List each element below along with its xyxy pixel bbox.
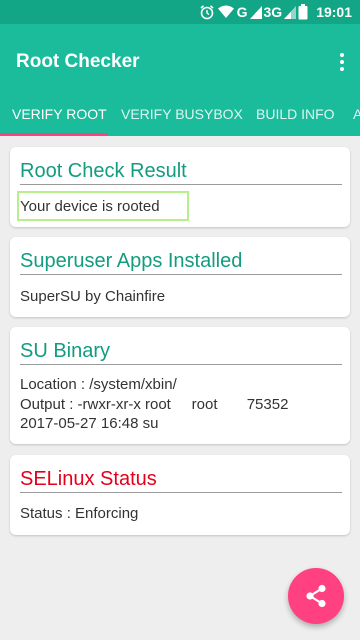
- tab-verify-root[interactable]: VERIFY ROOT: [12, 98, 107, 136]
- tab-partial[interactable]: A: [353, 98, 360, 136]
- selinux-title: SELinux Status: [20, 468, 157, 490]
- overflow-menu-icon[interactable]: [336, 50, 348, 74]
- su-binary-location: Location : /system/xbin/: [20, 376, 177, 393]
- tab-build-info[interactable]: BUILD INFO: [256, 98, 335, 136]
- selinux-status: Status : Enforcing: [20, 505, 139, 522]
- signal-icon-secondary: [284, 6, 297, 19]
- app-title: Root Checker: [16, 51, 140, 72]
- status-bar: G 3G 19:01: [0, 0, 360, 24]
- selinux-card: SELinux Status Status : Enforcing: [10, 455, 350, 535]
- root-check-result: Your device is rooted: [20, 198, 160, 215]
- su-binary-output: Output : -rwxr-xr-x root root 75352: [20, 396, 289, 413]
- menu-dot: [340, 67, 344, 71]
- network-type-label-secondary: 3G: [263, 4, 283, 20]
- share-button[interactable]: [288, 568, 344, 624]
- menu-dot: [340, 60, 344, 64]
- root-check-title: Root Check Result: [20, 160, 187, 182]
- app-toolbar: Root Checker: [0, 24, 360, 98]
- share-icon: [306, 584, 326, 608]
- card-divider: [20, 364, 342, 365]
- clock: 19:01: [316, 4, 352, 20]
- card-divider: [20, 184, 342, 185]
- status-icons: G 3G 19:01: [199, 0, 352, 24]
- superuser-app: SuperSU by Chainfire: [20, 288, 166, 305]
- su-binary-title: SU Binary: [20, 340, 111, 362]
- superuser-card: Superuser Apps Installed SuperSU by Chai…: [10, 237, 350, 317]
- tab-indicator: [0, 133, 108, 136]
- menu-dot: [340, 53, 344, 57]
- superuser-title: Superuser Apps Installed: [20, 250, 243, 272]
- signal-icon: [249, 6, 262, 19]
- wifi-icon: [217, 5, 234, 18]
- network-type-label: G: [236, 4, 248, 20]
- su-binary-card: SU Binary Location : /system/xbin/ Outpu…: [10, 327, 350, 444]
- card-divider: [20, 274, 342, 275]
- su-binary-date: 2017-05-27 16:48 su: [20, 415, 159, 432]
- tab-verify-busybox[interactable]: VERIFY BUSYBOX: [121, 98, 243, 136]
- alarm-icon: [200, 5, 214, 20]
- root-check-card: Root Check Result Your device is rooted: [10, 147, 350, 227]
- card-divider: [20, 492, 342, 493]
- battery-icon: [298, 4, 308, 20]
- tab-bar: VERIFY ROOT VERIFY BUSYBOX BUILD INFO A: [0, 98, 360, 136]
